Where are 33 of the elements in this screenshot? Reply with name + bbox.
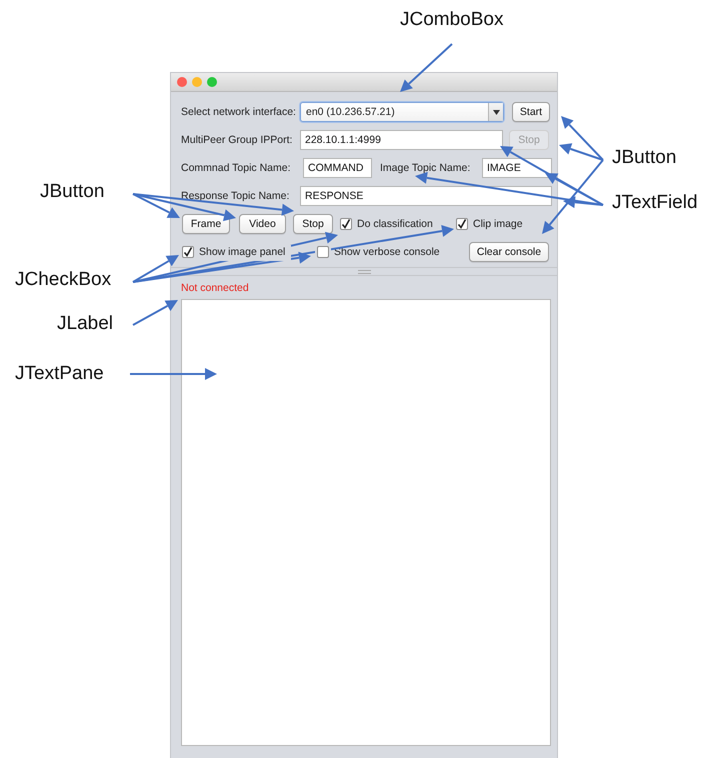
clear-console-button[interactable]: Clear console (469, 242, 549, 262)
checkbox-label: Clip image (473, 218, 523, 230)
checkbox-label: Do classification (357, 218, 433, 230)
annotation-label: JButton (612, 146, 676, 170)
annotation-label: JTextPane (15, 362, 104, 386)
action-button[interactable]: Stop (293, 214, 333, 234)
annotation-label: JLabel (57, 312, 113, 336)
text-field[interactable]: RESPONSE (300, 186, 552, 206)
close-button[interactable] (177, 77, 187, 87)
field-label: Commnad Topic Name: (181, 162, 292, 174)
field-label: Image Topic Name: (380, 162, 472, 174)
annotation-label: JComboBox (400, 8, 504, 32)
annotation-arrow (132, 300, 178, 326)
combo-box[interactable]: en0 (10.236.57.21) (300, 102, 504, 122)
field-label: Response Topic Name: (181, 190, 290, 202)
text-field[interactable]: COMMAND (303, 158, 372, 178)
annotation-label: JCheckBox (15, 268, 112, 292)
field-label: MultiPeer Group IPPort: (181, 134, 294, 146)
checkbox-label: Show image panel (199, 246, 286, 258)
action-button[interactable]: Video (239, 214, 286, 234)
zoom-button[interactable] (207, 77, 217, 87)
field-label: Select network interface: (181, 106, 293, 118)
annotation-label: JTextField (612, 191, 698, 215)
checkbox[interactable] (182, 246, 194, 258)
text-field[interactable]: IMAGE (482, 158, 552, 178)
annotation-arrow (400, 43, 453, 92)
text-field[interactable]: 228.10.1.1:4999 (300, 130, 503, 150)
checkbox[interactable] (340, 218, 352, 230)
status-label: Not connected (181, 282, 249, 294)
annotation-label: JButton (40, 180, 104, 204)
checkbox[interactable] (456, 218, 468, 230)
action-button[interactable]: Frame (182, 214, 230, 234)
start-button[interactable]: Start (512, 102, 550, 122)
